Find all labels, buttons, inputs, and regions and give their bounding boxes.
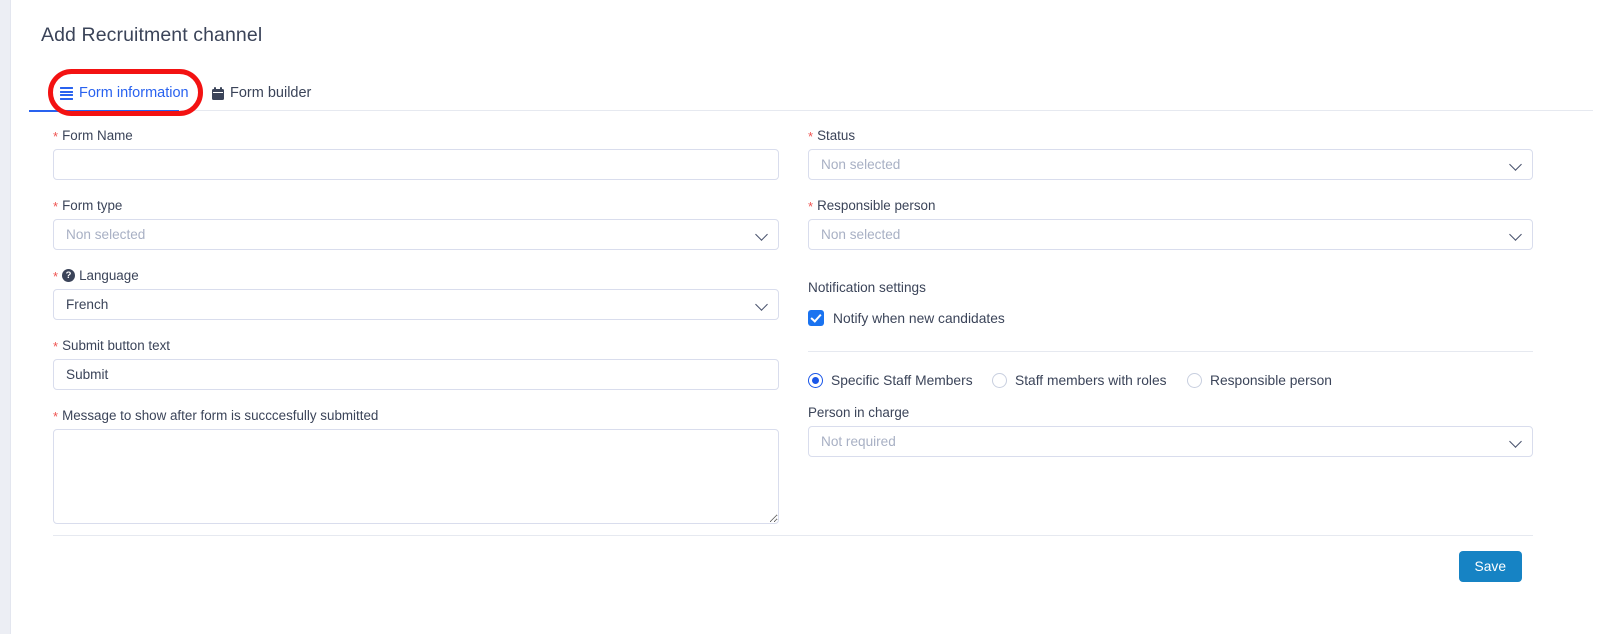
field-status: * Status Non selected bbox=[808, 128, 1533, 180]
radio-responsible-person[interactable]: Responsible person bbox=[1187, 373, 1332, 388]
form-name-label-text: Form Name bbox=[62, 128, 133, 143]
radio-specific-staff-members[interactable]: Specific Staff Members bbox=[808, 373, 992, 388]
language-select[interactable]: French bbox=[53, 289, 779, 320]
notification-settings-heading: Notification settings bbox=[808, 280, 926, 295]
required-asterisk: * bbox=[53, 199, 59, 214]
person-in-charge-value: Not required bbox=[821, 434, 896, 449]
recipient-options-group: Specific Staff Members Staff members wit… bbox=[808, 373, 1533, 388]
tab-form-builder[interactable]: Form builder bbox=[212, 78, 311, 108]
required-asterisk: * bbox=[53, 409, 59, 424]
left-column: * Form Name * Form type Non selected * ?… bbox=[53, 128, 779, 524]
form-card: Add Recruitment channel Form information… bbox=[10, 0, 1623, 634]
right-column: * Status Non selected * Responsible pers… bbox=[808, 128, 1533, 457]
field-responsible-person: * Responsible person Non selected bbox=[808, 198, 1533, 250]
chevron-down-icon bbox=[1509, 227, 1522, 241]
notify-new-candidates-row[interactable]: Notify when new candidates bbox=[808, 310, 1533, 326]
tab-form-information-label: Form information bbox=[79, 85, 189, 101]
status-value: Non selected bbox=[821, 157, 901, 172]
field-form-type: * Form type Non selected bbox=[53, 198, 779, 250]
form-name-label: * Form Name bbox=[53, 128, 779, 143]
submit-button-text-label: * Submit button text bbox=[53, 338, 779, 353]
required-asterisk: * bbox=[53, 269, 59, 284]
status-label-text: Status bbox=[817, 128, 856, 143]
language-label-text: Language bbox=[79, 268, 139, 283]
page-title: Add Recruitment channel bbox=[41, 24, 263, 46]
list-bars-icon bbox=[60, 87, 73, 100]
radio-specific-staff-members-label: Specific Staff Members bbox=[831, 373, 973, 388]
chevron-down-icon bbox=[1509, 434, 1522, 448]
language-value: French bbox=[66, 297, 109, 312]
tab-bar: Form information Form builder bbox=[42, 78, 1592, 108]
responsible-person-select[interactable]: Non selected bbox=[808, 219, 1533, 250]
status-label: * Status bbox=[808, 128, 1533, 143]
field-submit-button-text: * Submit button text Submit bbox=[53, 338, 779, 390]
chevron-down-icon bbox=[755, 297, 768, 311]
person-in-charge-label: Person in charge bbox=[808, 405, 910, 420]
form-name-input[interactable] bbox=[53, 149, 779, 180]
notification-divider bbox=[808, 351, 1533, 352]
notify-new-candidates-checkbox[interactable] bbox=[808, 310, 824, 326]
responsible-person-label-text: Responsible person bbox=[817, 198, 936, 213]
tab-divider bbox=[42, 110, 1593, 111]
required-asterisk: * bbox=[53, 339, 59, 354]
app-window: Add Recruitment channel Form information… bbox=[0, 0, 1623, 634]
form-type-select[interactable]: Non selected bbox=[53, 219, 779, 250]
field-person-in-charge: Person in charge Not required bbox=[808, 405, 1533, 457]
chevron-down-icon bbox=[755, 227, 768, 241]
form-type-value: Non selected bbox=[66, 227, 146, 242]
success-message-textarea[interactable] bbox=[53, 429, 779, 524]
radio-dot-icon[interactable] bbox=[992, 373, 1007, 388]
chevron-down-icon bbox=[1509, 157, 1522, 171]
submit-button-text-label-text: Submit button text bbox=[62, 338, 170, 353]
field-form-name: * Form Name bbox=[53, 128, 779, 180]
field-language: * ? Language French bbox=[53, 268, 779, 320]
language-label: * ? Language bbox=[53, 268, 779, 283]
tab-form-information[interactable]: Form information bbox=[60, 78, 189, 108]
radio-staff-members-with-roles-label: Staff members with roles bbox=[1015, 373, 1167, 388]
responsible-person-label: * Responsible person bbox=[808, 198, 1533, 213]
required-asterisk: * bbox=[808, 129, 814, 144]
field-success-message: * Message to show after form is succcesf… bbox=[53, 408, 779, 524]
submit-button-text-value: Submit bbox=[66, 367, 109, 382]
responsible-person-value: Non selected bbox=[821, 227, 901, 242]
radio-responsible-person-label: Responsible person bbox=[1210, 373, 1332, 388]
tab-form-builder-label: Form builder bbox=[230, 85, 312, 101]
radio-staff-members-with-roles[interactable]: Staff members with roles bbox=[992, 373, 1187, 388]
form-type-label-text: Form type bbox=[62, 198, 123, 213]
calendar-icon bbox=[212, 86, 224, 100]
active-tab-underline bbox=[29, 110, 179, 112]
success-message-label-text: Message to show after form is succcesful… bbox=[62, 408, 379, 423]
person-in-charge-select[interactable]: Not required bbox=[808, 426, 1533, 457]
form-type-label: * Form type bbox=[53, 198, 779, 213]
footer-divider bbox=[53, 535, 1533, 536]
radio-dot-icon[interactable] bbox=[1187, 373, 1202, 388]
radio-dot-selected-icon[interactable] bbox=[808, 373, 823, 388]
status-select[interactable]: Non selected bbox=[808, 149, 1533, 180]
required-asterisk: * bbox=[53, 129, 59, 144]
question-mark-icon[interactable]: ? bbox=[62, 269, 76, 282]
required-asterisk: * bbox=[808, 199, 814, 214]
save-button[interactable]: Save bbox=[1458, 551, 1522, 582]
success-message-label: * Message to show after form is succcesf… bbox=[53, 408, 779, 423]
notify-new-candidates-label: Notify when new candidates bbox=[833, 310, 1005, 326]
submit-button-text-input[interactable]: Submit bbox=[53, 359, 779, 390]
